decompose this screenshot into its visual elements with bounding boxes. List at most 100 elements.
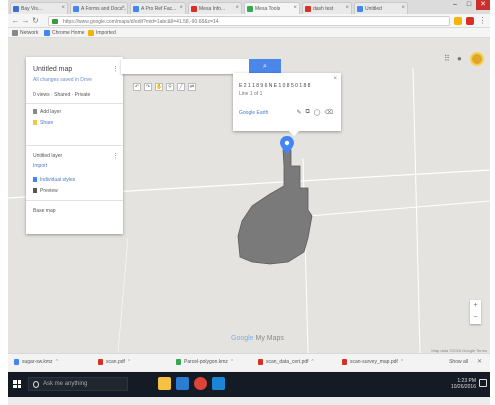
base-map-button[interactable]: Base map: [33, 208, 56, 214]
avatar[interactable]: [470, 52, 484, 66]
close-tab-icon[interactable]: ×: [235, 5, 239, 11]
marker-icon[interactable]: ⚲: [166, 83, 174, 91]
polygon-icon: [33, 188, 37, 194]
bookmark-item[interactable]: Imported: [88, 30, 116, 36]
windows-taskbar: Ask me anything 1:23 PM 10/26/2016: [8, 372, 490, 397]
chevron-up-icon[interactable]: ^: [312, 359, 314, 365]
windows-start-icon[interactable]: [13, 380, 21, 388]
favicon-icon: [305, 6, 311, 12]
feature-item[interactable]: Preview: [33, 188, 58, 194]
delete-icon[interactable]: ⌫: [325, 109, 333, 116]
system-clock[interactable]: 1:23 PM 10/26/2016: [451, 378, 476, 390]
directions-icon[interactable]: ⇄: [188, 83, 196, 91]
browser-tab[interactable]: dash test ×: [302, 2, 352, 14]
close-tab-icon[interactable]: ×: [293, 5, 297, 11]
browser-tab[interactable]: A Pro Ref Fac... ×: [130, 2, 186, 14]
share-icon: [33, 120, 37, 126]
back-arrow-icon[interactable]: ←: [11, 16, 20, 25]
close-tab-icon[interactable]: ×: [121, 5, 125, 11]
download-item[interactable]: scan_data_cert.pdf ^: [258, 359, 314, 365]
close-icon[interactable]: ×: [333, 76, 337, 82]
file-icon: [14, 359, 19, 365]
zoom-control: + −: [470, 300, 481, 324]
chrome-icon[interactable]: [194, 377, 207, 390]
extension-icon[interactable]: [466, 17, 474, 25]
tab-strip: Bay Vis... × A Forms and Docs... × A Pro…: [8, 0, 490, 14]
zoom-out-button[interactable]: −: [470, 312, 481, 324]
reload-icon[interactable]: ↻: [31, 16, 40, 25]
divider: [26, 103, 123, 104]
zoom-in-button[interactable]: +: [470, 300, 481, 312]
style-icon[interactable]: ◯: [314, 109, 321, 116]
close-tab-icon[interactable]: ×: [345, 5, 349, 11]
chevron-up-icon[interactable]: ^: [401, 359, 403, 365]
download-item[interactable]: sugar-sw.kmz ^: [14, 359, 58, 365]
show-all-downloads-link[interactable]: Show all: [449, 359, 468, 365]
bookmark-item[interactable]: Chrome Home: [44, 30, 85, 36]
layer-name[interactable]: Untitled layer: [33, 153, 62, 159]
layer-icon: [33, 109, 37, 115]
feature-title: E 2 1 1 8 9 6 N E 1 0 8 5 0 1 8 8: [239, 83, 311, 89]
navigation-bar: ← → ↻ https://www.google.com/maps/d/edit…: [8, 14, 490, 28]
close-tab-icon[interactable]: ×: [179, 5, 183, 11]
divider: [26, 200, 123, 201]
location-pin-icon[interactable]: [280, 136, 294, 154]
bookmark-icon: [12, 30, 18, 36]
google-logo: Google My Maps: [231, 335, 284, 342]
earth-link[interactable]: Google Earth: [239, 110, 268, 116]
chevron-up-icon[interactable]: ^: [128, 359, 130, 365]
notifications-icon[interactable]: ●: [457, 54, 465, 64]
search-button[interactable]: ⌕: [249, 59, 281, 74]
minimize-button[interactable]: –: [448, 0, 462, 10]
download-item[interactable]: scan-survey_map.pdf ^: [342, 359, 403, 365]
edge-icon[interactable]: [176, 377, 189, 390]
file-icon: [342, 359, 347, 365]
add-layer-button[interactable]: Add layer: [33, 109, 61, 115]
address-bar[interactable]: https://www.google.com/maps/d/edit?mid=1…: [48, 16, 450, 26]
close-window-button[interactable]: ✕: [476, 0, 490, 10]
file-explorer-icon[interactable]: [158, 377, 171, 390]
map-title[interactable]: Untitled map: [33, 66, 72, 73]
menu-icon[interactable]: ⋮: [478, 16, 487, 25]
edit-icon[interactable]: ✎: [296, 109, 301, 116]
maximize-button[interactable]: □: [462, 0, 476, 10]
apps-grid-icon[interactable]: ⠿: [444, 55, 452, 63]
favicon-icon: [357, 6, 363, 12]
star-icon[interactable]: [454, 17, 462, 25]
bookmark-icon: [44, 30, 50, 36]
road-line: [307, 200, 490, 217]
chevron-up-icon[interactable]: ^: [56, 359, 58, 365]
style-link[interactable]: Individual styles: [33, 177, 75, 183]
layer-options-icon[interactable]: ⋮: [112, 152, 119, 160]
line-icon[interactable]: ╱: [177, 83, 185, 91]
browser-tab-active[interactable]: Mesa Tools ×: [244, 2, 300, 14]
download-item[interactable]: Parcel-polygon.kmz ^: [176, 359, 233, 365]
close-downloads-icon[interactable]: ✕: [477, 358, 482, 365]
close-tab-icon[interactable]: ×: [401, 5, 405, 11]
action-center-icon[interactable]: [479, 379, 487, 387]
more-options-icon[interactable]: ⋮: [112, 65, 119, 73]
account-controls: ⠿ ●: [444, 52, 484, 66]
browser-tab[interactable]: Bay Vis... ×: [10, 2, 68, 14]
copy-icon[interactable]: ⧉: [306, 109, 310, 116]
map-canvas[interactable]: Untitled map ⋮ All changes saved in Driv…: [8, 38, 490, 353]
browser-tab[interactable]: Mesa Info... ×: [188, 2, 242, 14]
cortana-search-box[interactable]: Ask me anything: [28, 377, 128, 391]
close-tab-icon[interactable]: ×: [61, 5, 65, 11]
parcel-polygon[interactable]: [237, 149, 313, 265]
share-button[interactable]: Share: [33, 120, 53, 126]
file-icon: [176, 359, 181, 365]
forward-arrow-icon[interactable]: →: [21, 16, 30, 25]
bookmark-item[interactable]: Network: [12, 30, 38, 36]
download-item[interactable]: scan.pdf ^: [98, 359, 130, 365]
file-icon: [98, 359, 103, 365]
browser-tab[interactable]: A Forms and Docs... ×: [70, 2, 128, 14]
undo-icon[interactable]: ↶: [133, 83, 141, 91]
search-input[interactable]: ⌕: [121, 59, 281, 74]
hand-icon[interactable]: ✋: [155, 83, 163, 91]
browser-tab[interactable]: Untitled ×: [354, 2, 408, 14]
store-icon[interactable]: [212, 377, 225, 390]
import-link[interactable]: Import: [33, 163, 47, 169]
redo-icon[interactable]: ↷: [144, 83, 152, 91]
chevron-up-icon[interactable]: ^: [231, 359, 233, 365]
